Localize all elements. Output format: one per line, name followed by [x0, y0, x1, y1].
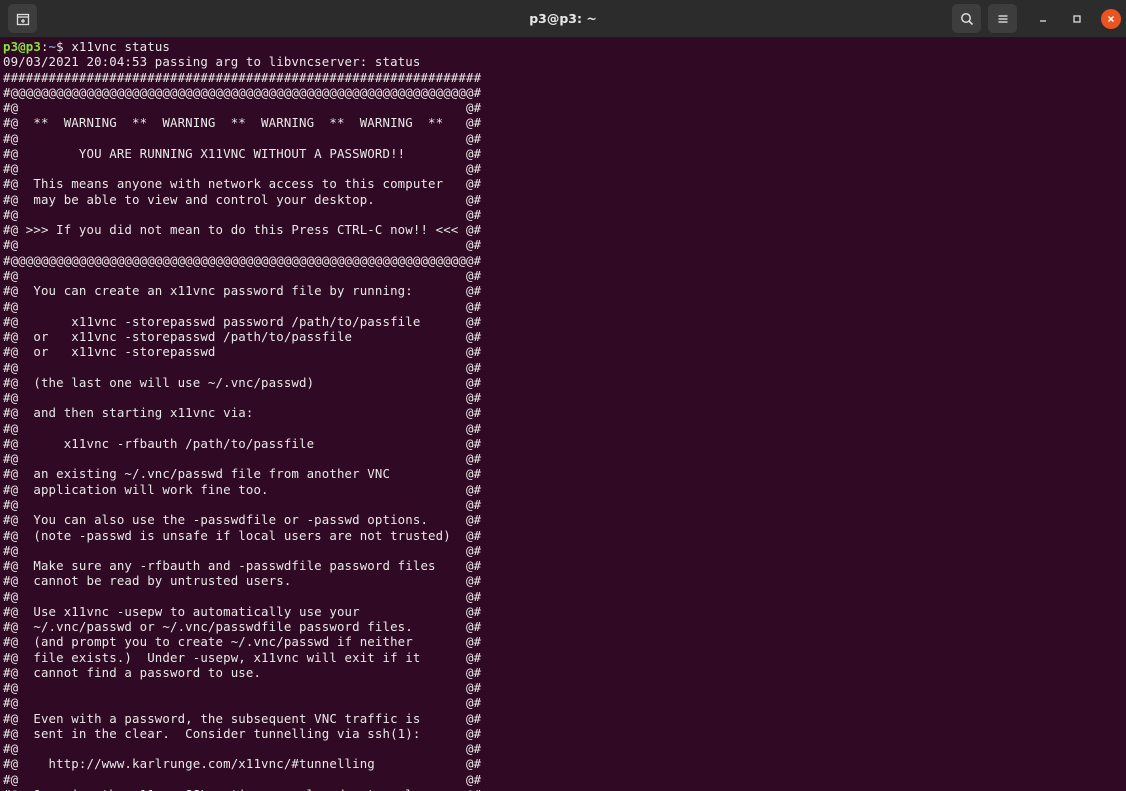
- terminal-line: #@ x11vnc -rfbauth /path/to/passfile @#: [3, 435, 482, 451]
- terminal-line: #@ You can also use the -passwdfile or -…: [3, 512, 482, 528]
- terminal-line: #@ (and prompt you to create ~/.vnc/pass…: [3, 634, 482, 650]
- minimize-icon: [1040, 20, 1046, 22]
- title-bar: p3@p3: ~: [0, 0, 1126, 38]
- terminal-line: #@ file exists.) Under -usepw, x11vnc wi…: [3, 649, 482, 665]
- terminal-line: 09/03/2021 20:04:53 passing arg to libvn…: [3, 54, 421, 70]
- terminal-line: #@ or x11vnc -storepasswd @#: [3, 344, 482, 360]
- terminal-line: #@ >>> If you did not mean to do this Pr…: [3, 222, 482, 238]
- terminal-line: #@ ~/.vnc/passwd or ~/.vnc/passwdfile pa…: [3, 619, 482, 635]
- terminal-line: #@ @#: [3, 420, 482, 436]
- maximize-icon: [1073, 15, 1081, 23]
- minimize-button[interactable]: [1033, 9, 1053, 29]
- prompt-line: p3@p3:~$ x11vnc status: [3, 39, 1126, 54]
- prompt-user-host: p3@p3: [3, 39, 41, 54]
- terminal-line: #@ @#: [3, 771, 482, 787]
- terminal-line: #@ @#: [3, 451, 482, 467]
- terminal-line: #@ @#: [3, 267, 482, 283]
- terminal-line: #@ @#: [3, 100, 482, 116]
- close-icon: [1108, 16, 1114, 22]
- terminal-line: #@ ** WARNING ** WARNING ** WARNING ** W…: [3, 115, 482, 131]
- terminal-line: #@ @#: [3, 130, 482, 146]
- terminal-line: #@ Make sure any -rfbauth and -passwdfil…: [3, 558, 482, 574]
- terminal-line: #@ @#: [3, 496, 482, 512]
- terminal-line: #@ @#: [3, 741, 482, 757]
- terminal-line: #@ @#: [3, 237, 482, 253]
- prompt-separator: :: [40, 39, 49, 54]
- terminal-line: #@ an existing ~/.vnc/passwd file from a…: [3, 466, 482, 482]
- close-button[interactable]: [1101, 9, 1121, 29]
- terminal-line: #@ @#: [3, 359, 482, 375]
- terminal-line: #@ Or using the x11vnc SSL options: -ssl…: [3, 787, 1126, 791]
- terminal-line: #@@@@@@@@@@@@@@@@@@@@@@@@@@@@@@@@@@@@@@@…: [3, 84, 482, 100]
- terminal-line: #@ Even with a password, the subsequent …: [3, 710, 482, 726]
- terminal-line: #@ @#: [3, 680, 482, 696]
- menu-button[interactable]: [988, 4, 1017, 33]
- terminal-line: #@ and then starting x11vnc via: @#: [3, 405, 482, 421]
- terminal-output[interactable]: p3@p3:~$ x11vnc status 09/03/2021 20:04:…: [3, 39, 1126, 791]
- terminal-line: #@ @#: [3, 390, 482, 406]
- terminal-line: ########################################…: [3, 69, 482, 85]
- terminal-line: #@ x11vnc -storepasswd password /path/to…: [3, 313, 482, 329]
- hamburger-menu-icon: [998, 14, 1007, 23]
- terminal-line: #@ Use x11vnc -usepw to automatically us…: [3, 603, 482, 619]
- new-tab-button[interactable]: [8, 4, 37, 33]
- terminal-line: #@ http://www.karlrunge.com/x11vnc/#tunn…: [3, 756, 482, 772]
- search-icon: [960, 12, 973, 25]
- terminal-line: #@ application will work fine too. @#: [3, 481, 482, 497]
- terminal-line: #@ You can create an x11vnc password fil…: [3, 283, 482, 299]
- prompt-path: ~: [48, 39, 57, 54]
- terminal-line: #@ may be able to view and control your …: [3, 191, 482, 207]
- prompt-symbol: $: [56, 39, 72, 54]
- terminal-line: #@ (the last one will use ~/.vnc/passwd)…: [3, 374, 482, 390]
- prompt-command: x11vnc status: [71, 39, 170, 54]
- terminal-line: #@@@@@@@@@@@@@@@@@@@@@@@@@@@@@@@@@@@@@@@…: [3, 252, 482, 268]
- terminal-line: #@ @#: [3, 695, 482, 711]
- maximize-button[interactable]: [1067, 9, 1087, 29]
- new-tab-icon: [16, 13, 29, 25]
- terminal-line: #@ (note -passwd is unsafe if local user…: [3, 527, 482, 543]
- terminal-line: #@ @#: [3, 298, 482, 314]
- search-button[interactable]: [952, 4, 981, 33]
- output-lines: 09/03/2021 20:04:53 passing arg to libvn…: [3, 54, 1126, 791]
- terminal-line: #@ @#: [3, 161, 482, 177]
- terminal-line: #@ or x11vnc -storepasswd /path/to/passf…: [3, 329, 482, 345]
- terminal-line: #@ @#: [3, 588, 482, 604]
- terminal-line: #@ @#: [3, 206, 482, 222]
- terminal-line: #@ YOU ARE RUNNING X11VNC WITHOUT A PASS…: [3, 145, 482, 161]
- terminal-line: #@ cannot find a password to use. @#: [3, 664, 482, 680]
- terminal-line: #@ sent in the clear. Consider tunnellin…: [3, 725, 482, 741]
- terminal-line: #@ @#: [3, 542, 482, 558]
- terminal-line: #@ cannot be read by untrusted users. @#: [3, 573, 482, 589]
- terminal-line: #@ This means anyone with network access…: [3, 176, 482, 192]
